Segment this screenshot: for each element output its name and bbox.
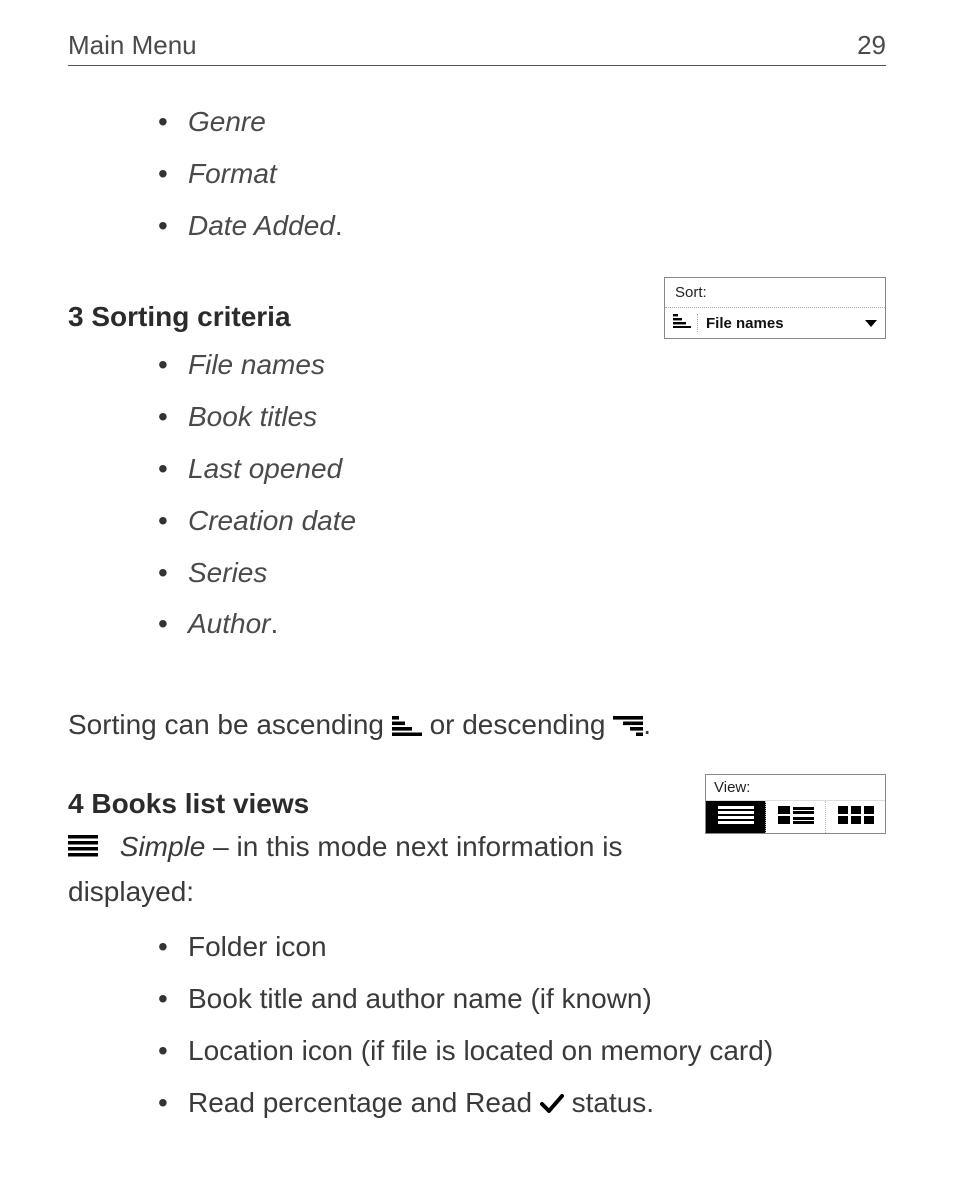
text-part1: Sorting can be ascending <box>68 709 392 740</box>
list-item-label: Creation date <box>188 505 356 536</box>
dropdown-caret-icon <box>865 320 877 327</box>
sorting-criteria-list: File names Book titles Last opened Creat… <box>68 339 886 650</box>
list-item-italic: Read <box>465 1087 532 1118</box>
list-item-label: Last opened <box>188 453 342 484</box>
sort-ascending-icon <box>673 314 691 332</box>
page-header: Main Menu 29 <box>68 30 886 66</box>
text-part2: or descending <box>430 709 614 740</box>
sorting-direction-text: Sorting can be ascending or descending . <box>68 704 886 748</box>
page-number: 29 <box>857 30 886 61</box>
list-item: Date Added. <box>158 200 886 252</box>
sort-value: File names <box>706 315 865 332</box>
checkmark-icon <box>540 1079 564 1131</box>
list-item-label: Book titles <box>188 401 317 432</box>
simple-view-definition: Simple – in this mode next information i… <box>68 826 886 913</box>
list-item: File names <box>158 339 886 391</box>
top-bullet-list: Genre Format Date Added. <box>68 96 886 251</box>
divider <box>697 314 698 332</box>
list-item: Author. <box>158 598 886 650</box>
list-item-label: File names <box>188 349 325 380</box>
list-item: Format <box>158 148 886 200</box>
list-item-label: Series <box>188 557 267 588</box>
simple-view-list: Folder icon Book title and author name (… <box>68 921 886 1130</box>
list-item-label: Genre <box>188 106 266 137</box>
list-lines-icon <box>68 829 98 871</box>
list-item-prefix: Read percentage and <box>188 1087 465 1118</box>
list-item-label: Date Added <box>188 210 335 241</box>
list-item-label: Format <box>188 158 277 189</box>
view-label: View: <box>706 775 885 800</box>
sort-ascending-icon <box>392 706 422 748</box>
list-item-label: Book title and author name (if known) <box>188 983 652 1014</box>
list-item: Genre <box>158 96 886 148</box>
sort-label: Sort: <box>665 278 885 308</box>
sort-widget: Sort: File names <box>664 277 886 339</box>
view-simple-icon <box>718 805 754 829</box>
list-item-label: Folder icon <box>188 931 327 962</box>
list-item: Series <box>158 547 886 599</box>
list-item: Last opened <box>158 443 886 495</box>
list-item: Book title and author name (if known) <box>158 973 886 1025</box>
sort-dropdown[interactable]: File names <box>665 308 885 338</box>
view-option-thumbnail[interactable] <box>826 801 885 833</box>
page-content: Main Menu 29 Genre Format Date Added. So… <box>0 0 954 1185</box>
list-item: Creation date <box>158 495 886 547</box>
view-thumbnail-icon <box>838 805 874 829</box>
simple-label: Simple <box>120 831 206 862</box>
list-item: Folder icon <box>158 921 886 973</box>
view-options-row <box>706 800 885 833</box>
text-period: . <box>643 709 651 740</box>
view-option-detailed[interactable] <box>766 801 826 833</box>
list-item: Read percentage and Read status. <box>158 1077 886 1131</box>
list-item-label: Location icon (if file is located on mem… <box>188 1035 773 1066</box>
view-option-simple[interactable] <box>706 801 766 833</box>
view-widget: View: <box>705 774 886 834</box>
list-item: Location icon (if file is located on mem… <box>158 1025 886 1077</box>
list-item-suffix: status. <box>564 1087 654 1118</box>
header-title: Main Menu <box>68 30 197 61</box>
view-detailed-icon <box>778 805 814 829</box>
sort-descending-icon <box>613 706 643 748</box>
list-item-label: Author <box>188 608 271 639</box>
list-item: Book titles <box>158 391 886 443</box>
